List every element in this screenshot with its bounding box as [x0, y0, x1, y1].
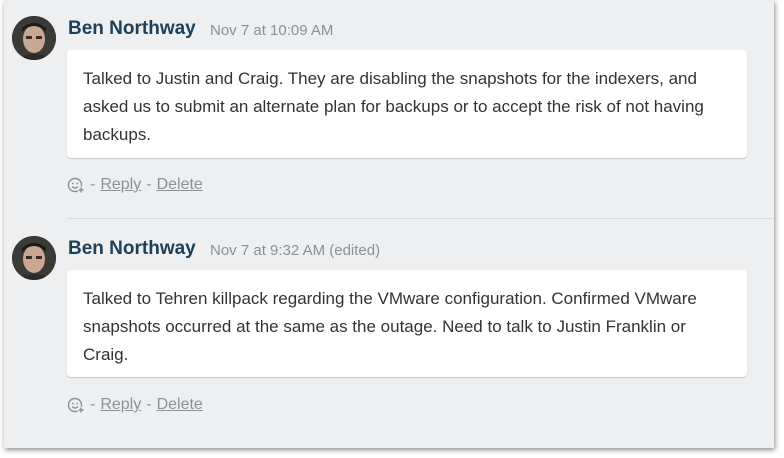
action-separator: -: [90, 176, 96, 193]
add-reaction-icon[interactable]: [67, 396, 85, 414]
author-name[interactable]: Ben Northway: [68, 18, 196, 40]
action-separator: -: [146, 396, 152, 413]
delete-link[interactable]: Delete: [157, 396, 203, 414]
reply-link[interactable]: Reply: [100, 396, 141, 414]
reply-link[interactable]: Reply: [100, 176, 141, 194]
comment-timestamp[interactable]: Nov 7 at 9:32 AM (edited): [210, 242, 380, 259]
delete-link[interactable]: Delete: [157, 176, 203, 194]
avatar[interactable]: [12, 16, 56, 60]
comment-body: Talked to Tehren killpack regarding the …: [67, 270, 747, 377]
action-separator: -: [90, 396, 96, 413]
action-separator: -: [146, 176, 152, 193]
comment-divider: [67, 218, 774, 219]
comment-timestamp[interactable]: Nov 7 at 10:09 AM: [210, 22, 333, 39]
avatar[interactable]: [12, 236, 56, 280]
comment-body: Talked to Justin and Craig. They are dis…: [67, 50, 747, 158]
comment-thread: Ben Northway Nov 7 at 10:09 AM Talked to…: [4, 0, 774, 448]
add-reaction-icon[interactable]: [67, 176, 85, 194]
comment-actions: - Reply - Delete: [67, 396, 203, 414]
comment-actions: - Reply - Delete: [67, 176, 203, 194]
author-name[interactable]: Ben Northway: [68, 238, 196, 260]
